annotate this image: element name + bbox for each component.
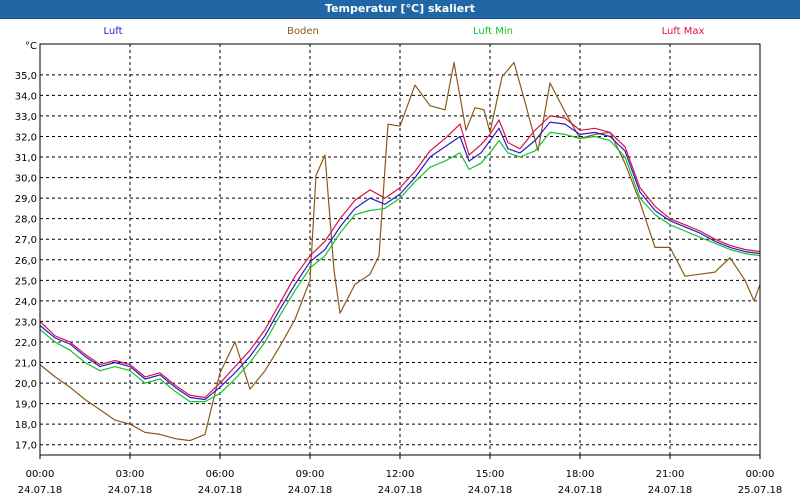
y-tick-label: 25,0 [15,276,37,287]
y-tick-label: 27,0 [15,235,37,246]
y-tick-label: 26,0 [15,256,37,267]
y-axis-unit: °C [25,41,37,52]
y-tick-label: 22,0 [15,338,37,349]
y-tick-label: 29,0 [15,194,37,205]
y-tick-label: 31,0 [15,153,37,164]
y-tick-label: 35,0 [15,71,37,82]
x-tick-time: 21:00 [656,469,685,480]
y-tick-label: 33,0 [15,112,37,123]
y-tick-label: 32,0 [15,132,37,143]
x-tick-date: 24.07.18 [468,485,513,496]
x-tick-date: 24.07.18 [288,485,333,496]
y-tick-label: 30,0 [15,174,37,185]
series-lines [39,61,761,442]
y-tick-label: 28,0 [15,215,37,226]
legend-luft-min: Luft Min [473,26,513,37]
x-tick-time: 15:00 [476,469,505,480]
x-tick-date: 24.07.18 [18,485,63,496]
x-tick-time: 06:00 [206,469,235,480]
y-tick-label: 24,0 [15,297,37,308]
x-tick-time: 12:00 [386,469,415,480]
y-tick-label: 23,0 [15,317,37,328]
x-tick-time: 00:00 [746,469,775,480]
x-tick-date: 24.07.18 [198,485,243,496]
x-tick-time: 03:00 [116,469,145,480]
series-boden-line [39,61,761,442]
x-tick-date: 24.07.18 [648,485,693,496]
x-tick-time: 18:00 [566,469,595,480]
x-tick-date: 24.07.18 [378,485,423,496]
legend-luft: Luft [104,26,123,37]
x-tick-date: 24.07.18 [108,485,153,496]
legend-luft-max: Luft Max [662,26,705,37]
temperature-chart: Luft Boden Luft Min Luft Max °C 17,0 18,0… [15,26,783,496]
y-axis-ticks: 17,0 18,0 19,0 20,0 21,0 22,0 23,0 24,0 25,0 26,0… [15,71,37,452]
y-tick-label: 17,0 [15,441,37,452]
x-axis-ticks: 00:00 24.07.18 03:00 24.07.18 06:00 24.07.18 0… [18,455,783,496]
legend-boden: Boden [287,26,319,37]
y-tick-label: 21,0 [15,359,37,370]
y-tick-label: 19,0 [15,400,37,411]
y-tick-label: 34,0 [15,91,37,102]
y-tick-label: 20,0 [15,379,37,390]
legend: Luft Boden Luft Min Luft Max [104,26,705,37]
x-tick-date: 25.07.18 [738,485,783,496]
grid [40,44,760,455]
x-tick-date: 24.07.18 [558,485,603,496]
x-tick-time: 00:00 [26,469,55,480]
y-tick-label: 18,0 [15,420,37,431]
x-tick-time: 09:00 [296,469,325,480]
